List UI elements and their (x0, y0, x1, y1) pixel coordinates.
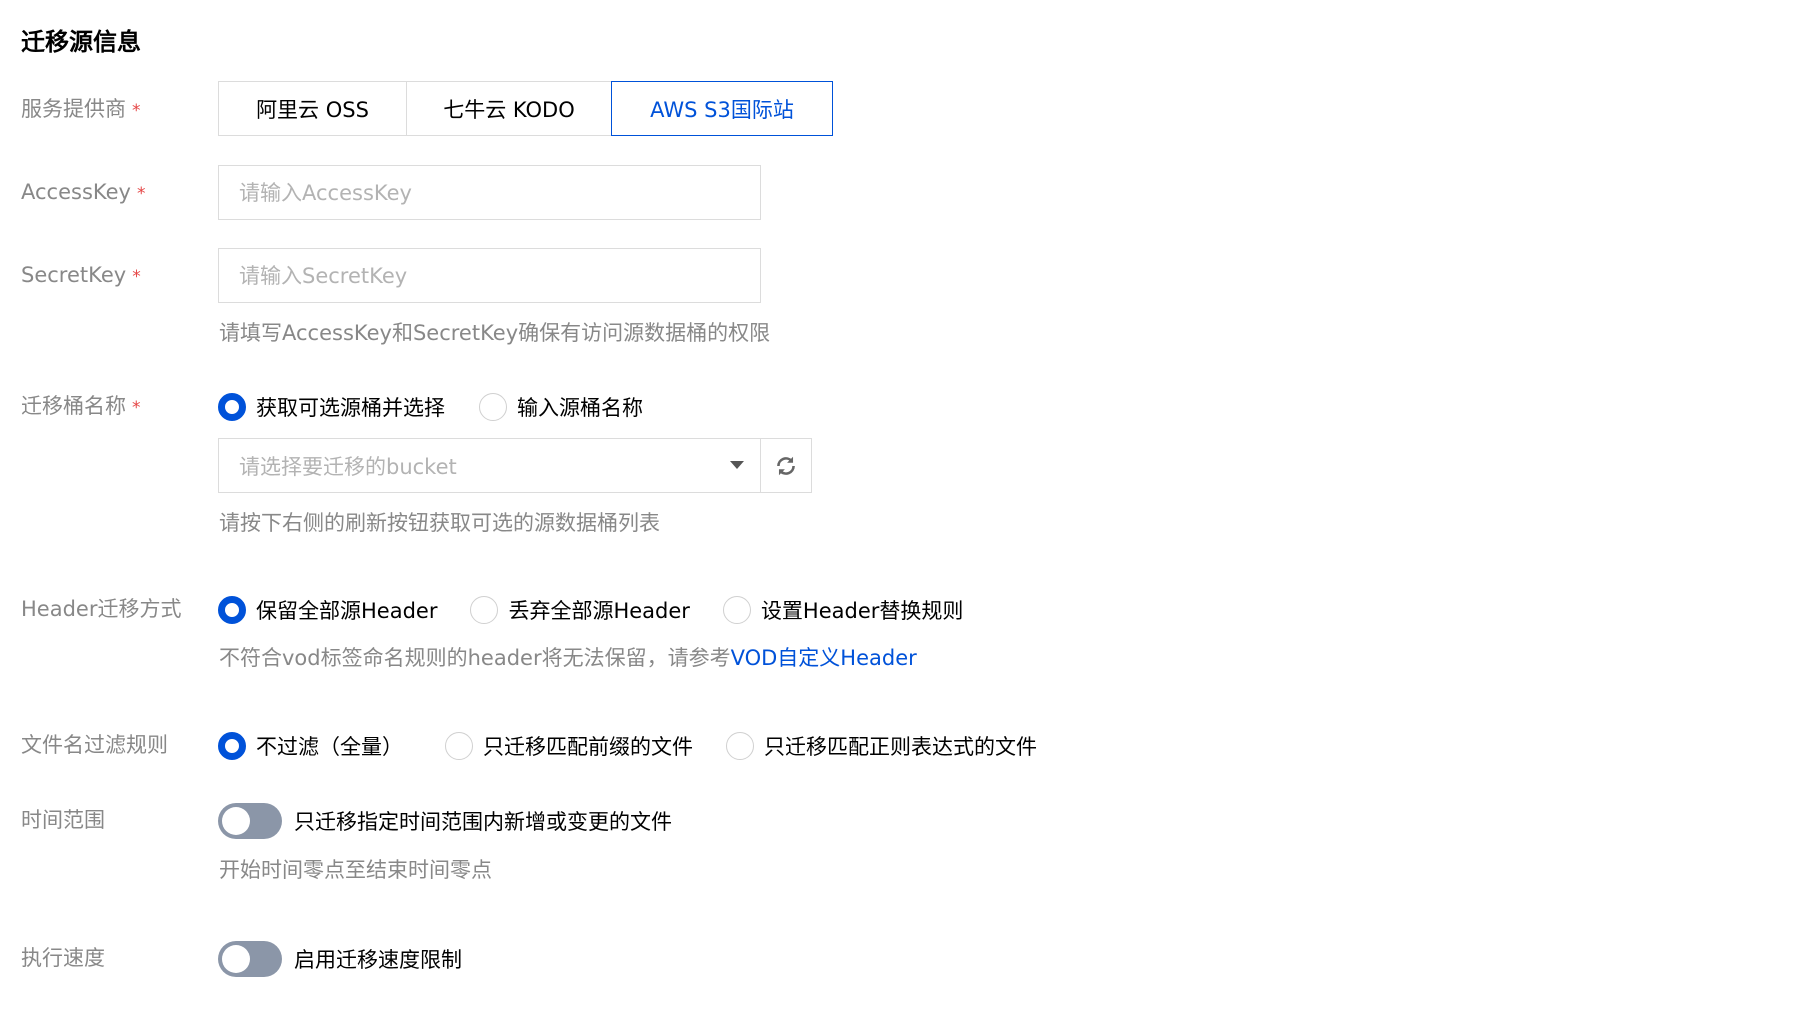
header-drop-all-radio[interactable]: 丢弃全部源Header (470, 595, 690, 625)
header-label: Header迁移方式 (21, 597, 182, 621)
radio-unchecked-icon (726, 732, 754, 760)
speed-toggle-row: 启用迁移速度限制 (218, 940, 462, 978)
access-key-label-text: AccessKey (21, 180, 131, 204)
bucket-select[interactable]: 请选择要迁移的bucket (218, 438, 761, 493)
bucket-label: 迁移桶名称 * (21, 390, 141, 424)
bucket-mode-input-radio[interactable]: 输入源桶名称 (479, 392, 643, 422)
header-keep-all-radio[interactable]: 保留全部源Header (218, 595, 437, 625)
access-key-label: AccessKey * (21, 176, 145, 210)
secret-key-input[interactable] (218, 248, 761, 303)
radio-unchecked-icon (470, 596, 499, 624)
time-range-toggle-label: 只迁移指定时间范围内新增或变更的文件 (294, 810, 672, 834)
secret-key-hint: 请填写AccessKey和SecretKey确保有访问源数据桶的权限 (219, 321, 771, 345)
speed-limit-toggle-label: 启用迁移速度限制 (294, 948, 462, 972)
speed-limit-toggle[interactable] (218, 941, 282, 977)
radio-label: 设置Header替换规则 (760, 599, 964, 623)
radio-label: 丢弃全部源Header (508, 599, 690, 623)
required-mark: * (132, 267, 141, 287)
radio-checked-icon (218, 732, 246, 760)
bucket-mode-fetch-radio[interactable]: 获取可选源桶并选择 (218, 392, 445, 422)
header-hint-text: 不符合vod标签命名规则的header将无法保留，请参考 (219, 646, 731, 670)
time-range-label: 时间范围 (21, 808, 105, 832)
radio-label: 只迁移匹配正则表达式的文件 (764, 735, 1037, 759)
filter-regex-radio[interactable]: 只迁移匹配正则表达式的文件 (726, 731, 1037, 761)
bucket-hint: 请按下右侧的刷新按钮获取可选的源数据桶列表 (219, 511, 660, 535)
section-title: 迁移源信息 (21, 28, 141, 56)
radio-checked-icon (218, 393, 246, 421)
radio-unchecked-icon (722, 596, 751, 624)
toggle-knob (222, 807, 250, 835)
radio-label: 保留全部源Header (256, 599, 438, 623)
radio-label: 输入源桶名称 (517, 396, 643, 420)
filename-filter-label: 文件名过滤规则 (21, 733, 168, 757)
chevron-down-icon (730, 461, 744, 469)
radio-checked-icon (218, 596, 246, 624)
refresh-button[interactable] (760, 438, 812, 493)
access-key-input[interactable] (218, 165, 761, 220)
radio-label: 只迁移匹配前缀的文件 (483, 735, 693, 759)
radio-label: 不过滤（全量） (256, 735, 403, 759)
radio-unchecked-icon (445, 732, 473, 760)
header-replace-rules-radio[interactable]: 设置Header替换规则 (722, 595, 964, 625)
time-range-hint: 开始时间零点至结束时间零点 (219, 858, 492, 882)
required-mark: * (132, 101, 141, 121)
provider-option-qiniu-kodo[interactable]: 七牛云 KODO (406, 81, 612, 136)
secret-key-label-text: SecretKey (21, 263, 127, 287)
header-hint: 不符合vod标签命名规则的header将无法保留，请参考VOD自定义Header (219, 642, 917, 674)
header-mode-radio-group: 保留全部源Header 丢弃全部源Header 设置Header替换规则 (218, 593, 963, 627)
radio-unchecked-icon (479, 393, 507, 421)
provider-option-aws-s3[interactable]: AWS S3国际站 (611, 81, 833, 136)
provider-segmented-control: 阿里云 OSS 七牛云 KODO AWS S3国际站 (218, 81, 833, 136)
bucket-mode-radio-group: 获取可选源桶并选择 输入源桶名称 (218, 390, 643, 424)
provider-label-text: 服务提供商 (21, 97, 126, 121)
provider-label: 服务提供商 * (21, 93, 141, 127)
speed-label: 执行速度 (21, 946, 105, 970)
time-range-toggle[interactable] (218, 803, 282, 839)
filter-none-radio[interactable]: 不过滤（全量） (218, 731, 403, 761)
required-mark: * (132, 398, 141, 418)
vod-custom-header-link[interactable]: VOD自定义Header (731, 646, 917, 670)
secret-key-label: SecretKey * (21, 259, 141, 293)
radio-label: 获取可选源桶并选择 (256, 396, 445, 420)
filter-prefix-radio[interactable]: 只迁移匹配前缀的文件 (445, 731, 693, 761)
migration-source-form: 迁移源信息 服务提供商 * 阿里云 OSS 七牛云 KODO AWS S3国际站 … (0, 0, 1820, 1016)
bucket-label-text: 迁移桶名称 (21, 394, 126, 418)
toggle-knob (222, 945, 250, 973)
required-mark: * (136, 184, 146, 204)
bucket-select-placeholder: 请选择要迁移的bucket (239, 454, 457, 479)
time-range-toggle-row: 只迁移指定时间范围内新增或变更的文件 (218, 802, 672, 840)
provider-option-aliyun-oss[interactable]: 阿里云 OSS (218, 81, 407, 136)
refresh-icon (777, 456, 795, 475)
filename-filter-radio-group: 不过滤（全量） 只迁移匹配前缀的文件 只迁移匹配正则表达式的文件 (218, 729, 1037, 763)
